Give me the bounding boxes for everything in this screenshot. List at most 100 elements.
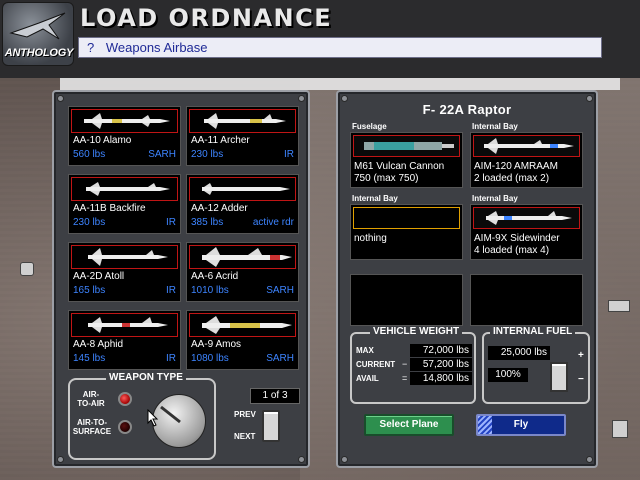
weapon-item-aa-8[interactable]: AA-8 Aphid 145 lbs IR	[68, 310, 181, 370]
weapon-guidance: active rdr	[252, 217, 294, 228]
weapon-name: AA-9 Amos	[191, 339, 242, 350]
max-label: MAX	[356, 346, 374, 355]
air-to-air-led[interactable]	[118, 392, 132, 406]
slot-label: Internal Bay	[472, 122, 518, 131]
minus-sign: −	[402, 359, 408, 369]
weapon-list-panel: AA-10 Alamo 560 lbs SARH AA-11 Archer 23…	[52, 90, 310, 468]
screw-icon	[57, 95, 64, 102]
slot-count: 750 (max 750)	[354, 173, 419, 184]
slot-empty-1	[350, 274, 463, 326]
slot-label: Internal Bay	[472, 194, 518, 203]
weapon-item-aa-12[interactable]: AA-12 Adder 385 lbs active rdr	[186, 174, 299, 234]
jet-icon	[9, 12, 66, 40]
hangar-wall	[60, 78, 620, 90]
weapon-name: AA-10 Alamo	[73, 135, 132, 146]
prev-next-toggle[interactable]	[262, 410, 280, 442]
fuel-amount: 25,000 lbs	[488, 346, 550, 360]
internal-fuel-box: INTERNAL FUEL 25,000 lbs 100% + −	[482, 326, 590, 404]
select-plane-button[interactable]: Select Plane	[364, 414, 454, 436]
anthology-logo[interactable]: ANTHOLOGY	[2, 2, 74, 66]
weapon-guidance: IR	[284, 149, 294, 160]
weapon-weight: 145 lbs	[73, 353, 106, 364]
fuel-plus[interactable]: +	[578, 350, 584, 361]
plane-loadout-panel: F- 22A Raptor Fuselage M61 Vulcan Cannon…	[336, 90, 598, 468]
weapon-item-aa-10[interactable]: AA-10 Alamo 560 lbs SARH	[68, 106, 181, 166]
fly-button[interactable]: Fly	[476, 414, 566, 436]
slot-count: 4 loaded (max 4)	[474, 245, 550, 256]
max-weight-value: 72,000 lbs	[410, 344, 472, 357]
weapon-guidance: SARH	[148, 149, 176, 160]
missile-icon	[189, 313, 296, 337]
weapon-name: AA-11 Archer	[191, 135, 250, 146]
logo-text: ANTHOLOGY	[4, 47, 74, 59]
screw-icon	[298, 95, 305, 102]
slot-internal-bay-2[interactable]: nothing	[350, 204, 463, 260]
weapon-weight: 385 lbs	[191, 217, 224, 228]
missile-icon	[189, 177, 296, 201]
weapon-weight: 230 lbs	[73, 217, 106, 228]
weapon-guidance: SARH	[266, 285, 294, 296]
slot-fuselage[interactable]: M61 Vulcan Cannon 750 (max 750)	[350, 132, 463, 188]
slot-internal-bay-3[interactable]: AIM-9X Sidewinder 4 loaded (max 4)	[470, 204, 583, 260]
vehicle-weight-title: VEHICLE WEIGHT	[370, 326, 463, 337]
weapon-item-aa-2d[interactable]: AA-2D Atoll 165 lbs IR	[68, 242, 181, 302]
page-title: LOAD ORDNANCE	[80, 4, 333, 32]
screw-icon	[586, 95, 593, 102]
weapon-type-knob[interactable]	[152, 394, 206, 448]
cursor-icon	[147, 409, 159, 427]
air-to-surface-label: AIR-TO-SURFACE	[72, 418, 112, 436]
screw-icon	[57, 456, 64, 463]
missile-icon	[71, 313, 178, 337]
air-to-air-label: AIR-TO-AIR	[77, 390, 105, 408]
weapon-guidance: SARH	[266, 353, 294, 364]
fuel-minus[interactable]: −	[578, 374, 584, 385]
fly-stripe-icon	[478, 416, 492, 434]
help-icon[interactable]: ?	[87, 40, 94, 55]
scenery-object	[612, 420, 628, 438]
missile-icon	[71, 177, 178, 201]
slot-label: Internal Bay	[352, 194, 398, 203]
knob-pointer-icon	[160, 405, 181, 424]
weapon-item-aa-11[interactable]: AA-11 Archer 230 lbs IR	[186, 106, 299, 166]
plane-name: F- 22A Raptor	[422, 102, 512, 117]
slot-internal-bay-1[interactable]: AIM-120 AMRAAM 2 loaded (max 2)	[470, 132, 583, 188]
breadcrumb: ? Weapons Airbase	[78, 37, 602, 58]
missile-icon	[473, 135, 580, 157]
weapon-name: AA-2D Atoll	[73, 271, 125, 282]
internal-fuel-title: INTERNAL FUEL	[490, 326, 576, 337]
screw-icon	[298, 456, 305, 463]
avail-weight-value: 14,800 lbs	[410, 372, 472, 385]
air-to-surface-led[interactable]	[118, 420, 132, 434]
weapon-name: AA-6 Acrid	[191, 271, 239, 282]
slot-label: Fuselage	[352, 122, 387, 131]
slot-empty-2	[470, 274, 583, 326]
weapon-name: AA-8 Aphid	[73, 339, 124, 350]
screw-icon	[341, 456, 348, 463]
next-label: NEXT	[234, 432, 256, 441]
cannon-icon	[353, 135, 460, 157]
slot-count: 2 loaded (max 2)	[474, 173, 550, 184]
current-label: CURRENT	[356, 360, 396, 369]
weapon-type-title: WEAPON TYPE	[106, 372, 186, 383]
weapon-weight: 230 lbs	[191, 149, 224, 160]
fuel-percent: 100%	[488, 368, 528, 382]
weapon-item-aa-9[interactable]: AA-9 Amos 1080 lbs SARH	[186, 310, 299, 370]
avail-label: AVAIL	[356, 374, 379, 383]
screw-icon	[341, 95, 348, 102]
breadcrumb-text: Weapons Airbase	[105, 40, 208, 55]
missile-icon	[189, 245, 296, 269]
missile-icon	[71, 245, 178, 269]
weapon-name: AA-12 Adder	[191, 203, 248, 214]
prev-label: PREV	[234, 410, 256, 419]
weapon-guidance: IR	[166, 285, 176, 296]
missile-icon	[473, 207, 580, 229]
fuel-adjust-toggle[interactable]	[550, 362, 568, 392]
slot-weapon: M61 Vulcan Cannon	[354, 161, 445, 172]
scenery-object	[608, 300, 630, 312]
weapon-item-aa-11b[interactable]: AA-11B Backfire 230 lbs IR	[68, 174, 181, 234]
weapon-item-aa-6[interactable]: AA-6 Acrid 1010 lbs SARH	[186, 242, 299, 302]
missile-icon	[189, 109, 296, 133]
weapon-guidance: IR	[166, 353, 176, 364]
weapon-weight: 1010 lbs	[191, 285, 229, 296]
vehicle-weight-box: VEHICLE WEIGHT MAX CURRENT − AVAIL = 72,…	[350, 326, 476, 404]
